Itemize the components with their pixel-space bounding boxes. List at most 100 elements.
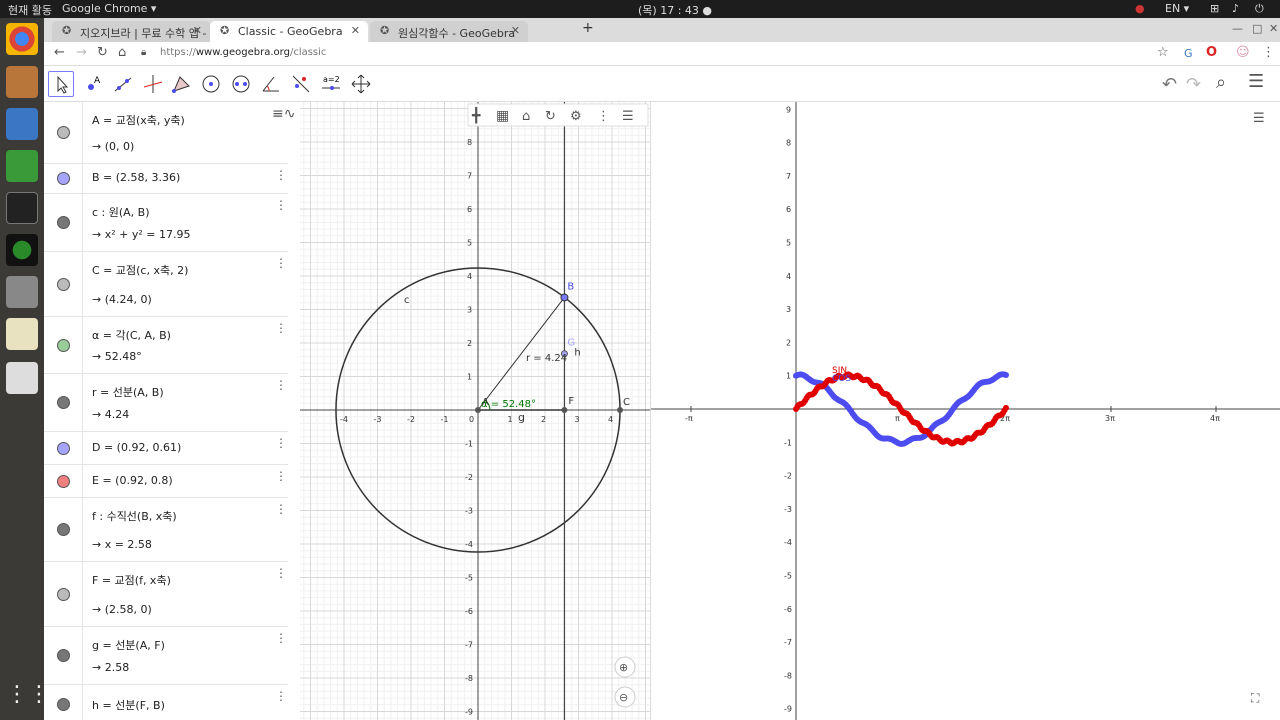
tab-geogebra-home[interactable]: ✪ 지오지브라 | 무료 수학 앱 - ✕ bbox=[52, 21, 210, 42]
url-field[interactable]: https://www.geogebra.org/classic bbox=[160, 47, 326, 58]
visibility-toggle[interactable] bbox=[57, 126, 70, 139]
calc-icon[interactable] bbox=[6, 150, 38, 182]
object-definition[interactable]: B = (2.58, 3.36) bbox=[92, 171, 180, 184]
app-menu[interactable]: Google Chrome ▾ bbox=[62, 2, 156, 15]
redo-icon[interactable]: ↷ bbox=[1186, 74, 1201, 95]
row-menu-icon[interactable]: ⋮ bbox=[275, 198, 287, 212]
zoom-out-icon[interactable]: ⊖ bbox=[619, 691, 628, 704]
circle-tool[interactable] bbox=[198, 71, 224, 97]
graphics-style-icon[interactable]: ☰ bbox=[622, 109, 634, 124]
slider-tool[interactable]: a=2 bbox=[318, 71, 344, 97]
tab-circular-functions[interactable]: ✪ 원심각함수 - GeoGebra ✕ bbox=[370, 21, 528, 42]
algebra-row[interactable]: c : 원(A, B) → x² + y² = 17.95 ⋮ bbox=[44, 194, 288, 252]
visibility-toggle[interactable] bbox=[57, 277, 70, 291]
row-menu-icon[interactable]: ⋮ bbox=[275, 256, 287, 270]
point-capture-icon[interactable]: ↻ bbox=[545, 109, 556, 124]
row-menu-icon[interactable]: ⋮ bbox=[275, 566, 287, 580]
power-icon[interactable]: ⏻ bbox=[1255, 2, 1264, 16]
graphics-view-2[interactable]: -π π 2π 3π 4π 9 8 7 6 5 4 3 2 1 -1 -2 -3 -4 -5 -6 -7 -8 -9 SIN C… bbox=[650, 102, 1280, 720]
object-definition[interactable]: F = 교점(f, x축) bbox=[92, 572, 171, 588]
volume-icon[interactable]: ♪ bbox=[1232, 2, 1239, 15]
minimize-icon[interactable]: — bbox=[1232, 22, 1243, 35]
visibility-toggle[interactable] bbox=[57, 338, 70, 352]
network-icon[interactable]: ⊞ bbox=[1210, 2, 1219, 15]
grid-toggle-icon[interactable]: ▦ bbox=[496, 108, 509, 124]
bookmark-star-icon[interactable]: ☆ bbox=[1157, 45, 1169, 60]
reflect-tool[interactable] bbox=[288, 71, 314, 97]
files-icon[interactable] bbox=[6, 66, 38, 98]
software-icon[interactable] bbox=[6, 234, 38, 266]
visibility-toggle[interactable] bbox=[57, 216, 70, 229]
inkscape-icon[interactable] bbox=[6, 192, 38, 224]
axes-toggle-icon[interactable]: ╋ bbox=[471, 106, 481, 124]
home-view-icon[interactable]: ⌂ bbox=[522, 109, 530, 124]
algebra-row[interactable]: A = 교점(x축, y축) → (0, 0) bbox=[44, 102, 288, 164]
object-definition[interactable]: A = 교점(x축, y축) bbox=[92, 112, 185, 128]
row-menu-icon[interactable]: ⋮ bbox=[275, 631, 287, 645]
object-definition[interactable]: r = 선분(A, B) bbox=[92, 384, 164, 400]
record-icon[interactable]: ● bbox=[1135, 2, 1145, 15]
point-B[interactable] bbox=[560, 293, 569, 302]
calculator-icon[interactable] bbox=[6, 276, 38, 308]
object-definition[interactable]: C = 교점(c, x축, 2) bbox=[92, 262, 188, 278]
point-tool[interactable]: A bbox=[80, 71, 106, 97]
algebra-row[interactable]: h = 선분(F, B) ⋮ bbox=[44, 685, 288, 720]
search-icon[interactable]: ⌕ bbox=[1216, 72, 1226, 93]
line-tool[interactable] bbox=[110, 71, 136, 97]
object-definition[interactable]: c : 원(A, B) bbox=[92, 204, 150, 220]
close-tab-icon[interactable]: ✕ bbox=[351, 24, 360, 37]
object-definition[interactable]: α = 각(C, A, B) bbox=[92, 327, 171, 343]
polygon-tool[interactable] bbox=[168, 71, 194, 97]
more-options-icon[interactable]: ⋮ bbox=[597, 109, 610, 124]
algebra-row[interactable]: r = 선분(A, B) → 4.24 ⋮ bbox=[44, 374, 288, 432]
visibility-toggle[interactable] bbox=[57, 474, 70, 488]
object-definition[interactable]: f : 수직선(B, x축) bbox=[92, 508, 177, 524]
row-menu-icon[interactable]: ⋮ bbox=[275, 321, 287, 335]
object-definition[interactable]: D = (0.92, 0.61) bbox=[92, 441, 181, 454]
visibility-toggle[interactable] bbox=[57, 587, 70, 601]
algebra-row[interactable]: C = 교점(c, x축, 2) → (4.24, 0) ⋮ bbox=[44, 252, 288, 317]
app-grid-icon[interactable]: ⋮⋮ bbox=[6, 682, 50, 714]
visibility-toggle[interactable] bbox=[57, 441, 70, 455]
activities-button[interactable]: 현재 활동 bbox=[8, 2, 52, 18]
undo-icon[interactable]: ↶ bbox=[1162, 74, 1177, 95]
row-menu-icon[interactable]: ⋮ bbox=[275, 436, 287, 450]
algebra-row[interactable]: g = 선분(A, F) → 2.58 ⋮ bbox=[44, 627, 288, 685]
row-menu-icon[interactable]: ⋮ bbox=[275, 469, 287, 483]
translate-icon[interactable]: G bbox=[1184, 47, 1193, 60]
fullscreen-icon[interactable]: ⛶ bbox=[1250, 691, 1260, 705]
main-menu-icon[interactable]: ☰ bbox=[1248, 71, 1264, 92]
new-tab-button[interactable]: + bbox=[582, 20, 594, 36]
algebra-row[interactable]: E = (0.92, 0.8) ⋮ bbox=[44, 465, 288, 498]
chrome-menu-icon[interactable]: ⋮ bbox=[1262, 45, 1275, 60]
back-icon[interactable]: ← bbox=[54, 45, 65, 60]
close-tab-icon[interactable]: ✕ bbox=[511, 24, 520, 37]
visibility-toggle[interactable] bbox=[57, 396, 70, 409]
impress-icon[interactable] bbox=[6, 362, 38, 394]
home-icon[interactable]: ⌂ bbox=[118, 45, 126, 60]
profile-avatar[interactable]: ☺ bbox=[1236, 45, 1250, 60]
object-definition[interactable]: g = 선분(A, F) bbox=[92, 637, 165, 653]
zoom-in-icon[interactable]: ⊕ bbox=[619, 661, 628, 674]
opera-icon[interactable]: O bbox=[1206, 45, 1217, 60]
algebra-row[interactable]: α = 각(C, A, B) → 52.48° ⋮ bbox=[44, 317, 288, 374]
algebra-style-icon[interactable]: ≡∿ bbox=[272, 106, 295, 122]
graphics-settings-icon[interactable]: ⚙ bbox=[570, 109, 582, 124]
visibility-toggle[interactable] bbox=[57, 172, 70, 185]
angle-tool[interactable] bbox=[258, 71, 284, 97]
language-indicator[interactable]: EN ▾ bbox=[1165, 2, 1189, 15]
close-tab-icon[interactable]: ✕ bbox=[193, 24, 202, 37]
object-definition[interactable]: E = (0.92, 0.8) bbox=[92, 474, 173, 487]
row-menu-icon[interactable]: ⋮ bbox=[275, 689, 287, 703]
visibility-toggle[interactable] bbox=[57, 523, 70, 536]
maximize-icon[interactable]: □ bbox=[1252, 22, 1262, 35]
algebra-row[interactable]: D = (0.92, 0.61) ⋮ bbox=[44, 432, 288, 465]
text-editor-icon[interactable] bbox=[6, 318, 38, 350]
visibility-toggle[interactable] bbox=[57, 649, 70, 662]
reload-icon[interactable]: ↻ bbox=[97, 45, 108, 60]
row-menu-icon[interactable]: ⋮ bbox=[275, 502, 287, 516]
row-menu-icon[interactable]: ⋮ bbox=[275, 168, 287, 182]
writer-icon[interactable] bbox=[6, 108, 38, 140]
algebra-row[interactable]: F = 교점(f, x축) → (2.58, 0) ⋮ bbox=[44, 562, 288, 627]
move-tool[interactable] bbox=[48, 71, 74, 97]
